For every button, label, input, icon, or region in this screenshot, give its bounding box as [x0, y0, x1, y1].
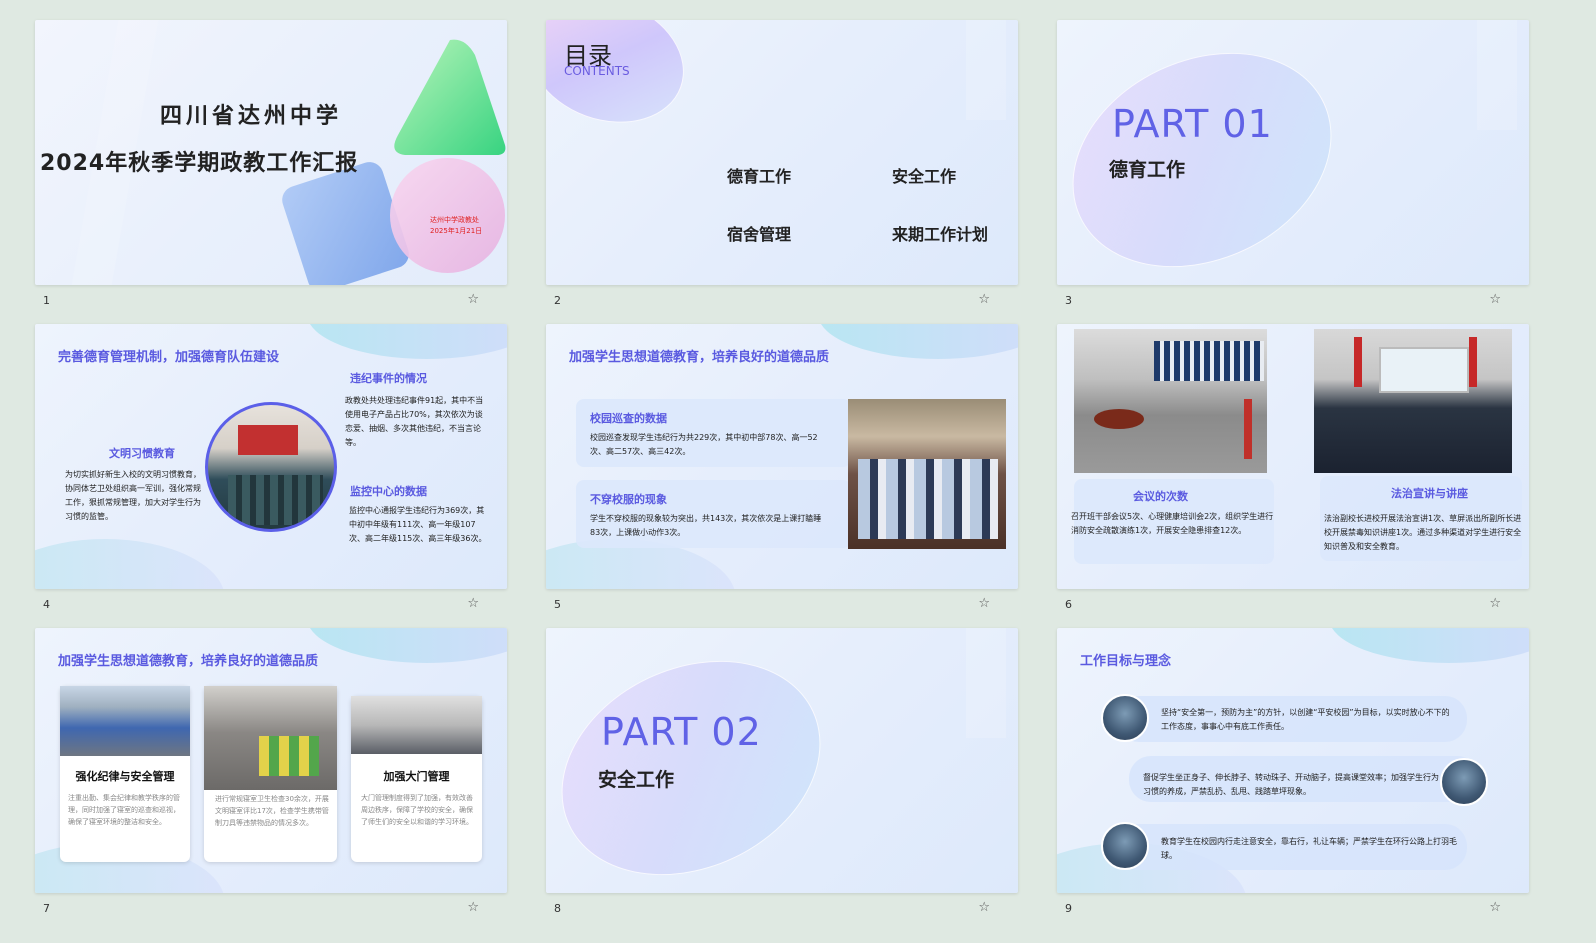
star-icon[interactable]: ☆	[1489, 292, 1501, 307]
star-icon[interactable]: ☆	[467, 900, 479, 915]
avatar-photo	[1440, 758, 1488, 806]
star-icon[interactable]: ☆	[978, 596, 990, 611]
slide-7[interactable]: 加强学生思想道德教育，培养良好的道德品质 强化纪律与安全管理 注重出勤、集会纪律…	[35, 628, 507, 893]
slide-thumb-7[interactable]: 加强学生思想道德教育，培养良好的道德品质 强化纪律与安全管理 注重出勤、集会纪律…	[35, 628, 507, 918]
box-heading-2: 不穿校服的现象	[590, 493, 667, 506]
toc-item-3: 宿舍管理	[727, 225, 792, 244]
decor-arc	[1329, 628, 1529, 663]
slide-4[interactable]: 完善德育管理机制，加强德育队伍建设 文明习惯教育 为切实抓好新生入校的文明习惯教…	[35, 324, 507, 589]
title-line-2: 2024年秋季学期政教工作汇报	[40, 151, 359, 176]
part-label: PART 02	[601, 710, 762, 754]
toc-item-1: 德育工作	[727, 167, 792, 186]
box-heading-2: 法治宣讲与讲座	[1391, 487, 1468, 500]
title-line-1: 四川省达州中学	[160, 104, 343, 129]
fire-drill-photo	[1074, 329, 1267, 473]
left-text: 为切实抓好新生入校的文明习惯教育，协同体艺卫处组织高一军训，强化常规工作，狠抓常…	[65, 470, 201, 521]
toc-item-2: 安全工作	[892, 167, 957, 186]
decor-arc	[307, 324, 507, 359]
avatar-photo	[1101, 822, 1149, 870]
slide-thumb-6[interactable]: 会议的次数 召开班干部会议5次、心理健康培训会2次，组织学生进行消防安全疏散演练…	[1057, 324, 1529, 614]
lecture-hall-photo	[1314, 329, 1512, 473]
right-heading-1: 违纪事件的情况	[350, 372, 427, 385]
slide-title: 工作目标与理念	[1080, 654, 1172, 669]
slide-3[interactable]: PART 01 德育工作	[1057, 20, 1529, 285]
slide-1[interactable]: 四川省达州中学 2024年秋季学期政教工作汇报 达州中学政教处 2025年1月2…	[35, 20, 507, 285]
slide-number: 5	[554, 598, 561, 611]
subtitle-org: 达州中学政教处	[430, 216, 479, 224]
card-text-3: 大门管理制度得到了加强，有效改善周边秩序，保障了学校的安全，确保了师生们的安全以…	[361, 794, 473, 826]
box-text-2: 学生不穿校服的现象较为突出，共143次，其次依次是上课打瞌睡83次，上课做小动作…	[590, 514, 822, 537]
slide-thumb-8[interactable]: PART 02 安全工作 8 ☆	[546, 628, 1018, 918]
slide-number: 4	[43, 598, 50, 611]
slide-number: 9	[1065, 902, 1072, 915]
right-text-2: 监控中心通报学生违纪行为369次，其中初中年级有111次、高一年级107次、高二…	[349, 506, 487, 543]
toc-heading-en: CONTENTS	[564, 64, 630, 78]
slide-thumb-9[interactable]: 工作目标与理念 坚持“安全第一，预防为主”的方针，以创建“平安校园”为目标，以实…	[1057, 628, 1529, 918]
avatar-photo	[1101, 694, 1149, 742]
slide-5[interactable]: 加强学生思想道德教育，培养良好的道德品质 校园巡查的数据 校园巡查发现学生违纪行…	[546, 324, 1018, 589]
goal-text-2: 督促学生坐正身子、伸长脖子、转动珠子、开动脑子，提高课堂效率；加强学生行为习惯的…	[1143, 773, 1439, 796]
star-icon[interactable]: ☆	[467, 596, 479, 611]
slide-sorter-grid: 四川省达州中学 2024年秋季学期政教工作汇报 达州中学政教处 2025年1月2…	[0, 0, 1596, 943]
decor-blob	[546, 628, 856, 893]
slide-2[interactable]: 目录 CONTENTS 德育工作 安全工作 宿舍管理 来期工作计划	[546, 20, 1018, 285]
decor-arc	[307, 628, 507, 663]
box-text-1: 校园巡查发现学生违纪行为共229次，其中初中部78次、高一52次、高二57次、高…	[590, 433, 818, 456]
star-icon[interactable]: ☆	[978, 900, 990, 915]
center-photo	[205, 402, 337, 532]
assembly-photo	[60, 686, 190, 756]
star-icon[interactable]: ☆	[978, 292, 990, 307]
decor-arc	[818, 324, 1018, 359]
decor-blob	[1057, 20, 1367, 285]
slide-thumb-4[interactable]: 完善德育管理机制，加强德育队伍建设 文明习惯教育 为切实抓好新生入校的文明习惯教…	[35, 324, 507, 614]
part-title: 安全工作	[598, 769, 675, 791]
goal-text-1: 坚持“安全第一，预防为主”的方针，以创建“平安校园”为目标，以实时放心不下的工作…	[1161, 708, 1450, 731]
slide-title: 加强学生思想道德教育，培养良好的道德品质	[569, 350, 830, 365]
decor-arc	[35, 539, 225, 589]
dormitory-photo	[204, 686, 337, 790]
gate-photo	[351, 696, 482, 754]
subtitle-date: 2025年1月21日	[430, 227, 483, 235]
star-icon[interactable]: ☆	[1489, 900, 1501, 915]
slide-thumb-1[interactable]: 四川省达州中学 2024年秋季学期政教工作汇报 达州中学政教处 2025年1月2…	[35, 20, 507, 310]
box-text-1: 召开班干部会议5次、心理健康培训会2次，组织学生进行消防安全疏散演练1次，开展安…	[1071, 512, 1274, 535]
box-text-2: 法治副校长进校开展法治宣讲1次、草屏派出所副所长进校开展禁毒知识讲座1次。通过多…	[1324, 514, 1522, 551]
slide-thumb-3[interactable]: PART 01 德育工作 3 ☆	[1057, 20, 1529, 310]
part-title: 德育工作	[1109, 159, 1186, 181]
slide-number: 6	[1065, 598, 1072, 611]
toc-item-4: 来期工作计划	[892, 225, 989, 244]
card-title-1: 强化纪律与安全管理	[75, 770, 175, 783]
slide-thumb-2[interactable]: 目录 CONTENTS 德育工作 安全工作 宿舍管理 来期工作计划 2 ☆	[546, 20, 1018, 310]
slide-number: 8	[554, 902, 561, 915]
slide-9[interactable]: 工作目标与理念 坚持“安全第一，预防为主”的方针，以创建“平安校园”为目标，以实…	[1057, 628, 1529, 893]
right-heading-2: 监控中心的数据	[350, 485, 427, 498]
star-icon[interactable]: ☆	[1489, 596, 1501, 611]
slide-6[interactable]: 会议的次数 召开班干部会议5次、心理健康培训会2次，组织学生进行消防安全疏散演练…	[1057, 324, 1529, 589]
left-heading: 文明习惯教育	[109, 447, 175, 460]
slide-title: 完善德育管理机制，加强德育队伍建设	[58, 350, 280, 365]
slide-number: 3	[1065, 294, 1072, 307]
card-text-1: 注重出勤、集会纪律和教学秩序的管理，同时加强了寝室的巡查和巡视，确保了寝室环境的…	[68, 794, 180, 826]
box-heading-1: 校园巡查的数据	[590, 412, 667, 425]
slide-number: 2	[554, 294, 561, 307]
card-text-2: 进行常规寝室卫生检查30余次，开展文明寝室评比17次，检查学生携带管制刀具等违禁…	[215, 795, 329, 827]
goal-text-3: 教育学生在校园内行走注意安全，靠右行，礼让车辆；严禁学生在环行公路上打羽毛球。	[1161, 837, 1457, 860]
box-heading-1: 会议的次数	[1133, 490, 1188, 503]
part-label: PART 01	[1112, 102, 1273, 146]
green-triangle-shape	[394, 39, 506, 155]
slide-number: 7	[43, 902, 50, 915]
card-title-3: 加强大门管理	[383, 770, 450, 783]
slide-title: 加强学生思想道德教育，培养良好的道德品质	[58, 654, 319, 669]
slide-8[interactable]: PART 02 安全工作	[546, 628, 1018, 893]
right-text-1: 政教处共处理违纪事件91起，其中不当使用电子产品占比70%，其次依次为谈恋爱、抽…	[345, 396, 484, 447]
slide-thumb-5[interactable]: 加强学生思想道德教育，培养良好的道德品质 校园巡查的数据 校园巡查发现学生违纪行…	[546, 324, 1018, 614]
classroom-photo	[848, 399, 1006, 549]
slide-number: 1	[43, 294, 50, 307]
star-icon[interactable]: ☆	[467, 292, 479, 307]
